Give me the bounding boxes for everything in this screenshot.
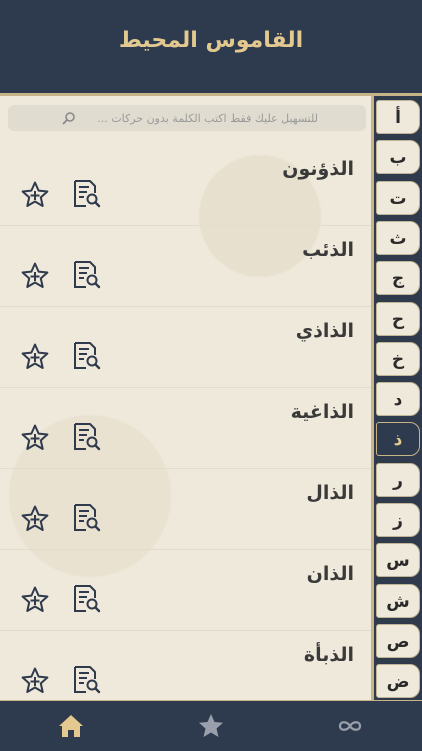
- word-list[interactable]: الذؤنون الذئب الذاذي الذاغية الذال الذان الذبأ…: [0, 96, 374, 700]
- letter-tab[interactable]: ز: [376, 503, 420, 537]
- letter-tab[interactable]: ت: [376, 180, 420, 215]
- view-definition-icon[interactable]: [70, 421, 102, 453]
- word-label: الذاذي: [295, 320, 354, 342]
- list-item[interactable]: الذبأة: [0, 630, 374, 700]
- letter-tab[interactable]: ص: [376, 623, 420, 658]
- letter-tab[interactable]: ح: [376, 301, 420, 336]
- app-header: القاموس المحيط: [0, 0, 422, 96]
- word-label: الذال: [306, 482, 354, 504]
- add-favorite-star-icon[interactable]: [20, 342, 50, 372]
- add-favorite-star-icon[interactable]: [20, 261, 50, 291]
- view-definition-icon[interactable]: [70, 340, 102, 372]
- list-item[interactable]: الذؤنون: [0, 144, 374, 226]
- letter-tab[interactable]: ر: [376, 462, 420, 497]
- letter-tab[interactable]: ض: [376, 664, 420, 699]
- tab-bar: [0, 700, 422, 751]
- list-item[interactable]: الذاذي: [0, 306, 374, 388]
- search-input[interactable]: [58, 109, 318, 127]
- letter-tab[interactable]: د: [376, 382, 420, 417]
- view-definition-icon[interactable]: [70, 259, 102, 291]
- letter-tab[interactable]: س: [376, 543, 420, 578]
- search-icon: [62, 111, 76, 125]
- list-item[interactable]: الذئب: [0, 225, 374, 307]
- search-bar[interactable]: [8, 105, 366, 131]
- add-favorite-star-icon[interactable]: [20, 666, 50, 696]
- infinity-icon[interactable]: [335, 711, 365, 741]
- add-favorite-star-icon[interactable]: [20, 423, 50, 453]
- alphabet-index[interactable]: أبتثجحخدذرزسشصض: [374, 96, 422, 700]
- view-definition-icon[interactable]: [70, 178, 102, 210]
- add-favorite-star-icon[interactable]: [20, 585, 50, 615]
- list-item[interactable]: الذان: [0, 549, 374, 631]
- page-title: القاموس المحيط: [118, 28, 304, 53]
- letter-tab[interactable]: ذ: [376, 422, 420, 457]
- letter-tab[interactable]: ج: [376, 261, 420, 296]
- list-item[interactable]: الذاغية: [0, 387, 374, 469]
- word-label: الذئب: [302, 239, 354, 261]
- view-definition-icon[interactable]: [70, 583, 102, 615]
- letter-tab[interactable]: خ: [376, 341, 420, 376]
- letter-tab[interactable]: ش: [376, 583, 420, 618]
- word-label: الذؤنون: [282, 158, 354, 180]
- star-icon[interactable]: [196, 711, 226, 741]
- add-favorite-star-icon[interactable]: [20, 180, 50, 210]
- letter-tab[interactable]: ث: [376, 220, 420, 255]
- word-label: الذان: [306, 563, 354, 585]
- home-icon[interactable]: [56, 711, 86, 741]
- view-definition-icon[interactable]: [70, 502, 102, 534]
- word-label: الذاغية: [290, 401, 354, 423]
- letter-tab[interactable]: ب: [376, 140, 420, 175]
- view-definition-icon[interactable]: [70, 664, 102, 696]
- letter-tab[interactable]: أ: [376, 100, 420, 134]
- list-item[interactable]: الذال: [0, 468, 374, 550]
- word-label: الذبأة: [303, 644, 354, 666]
- add-favorite-star-icon[interactable]: [20, 504, 50, 534]
